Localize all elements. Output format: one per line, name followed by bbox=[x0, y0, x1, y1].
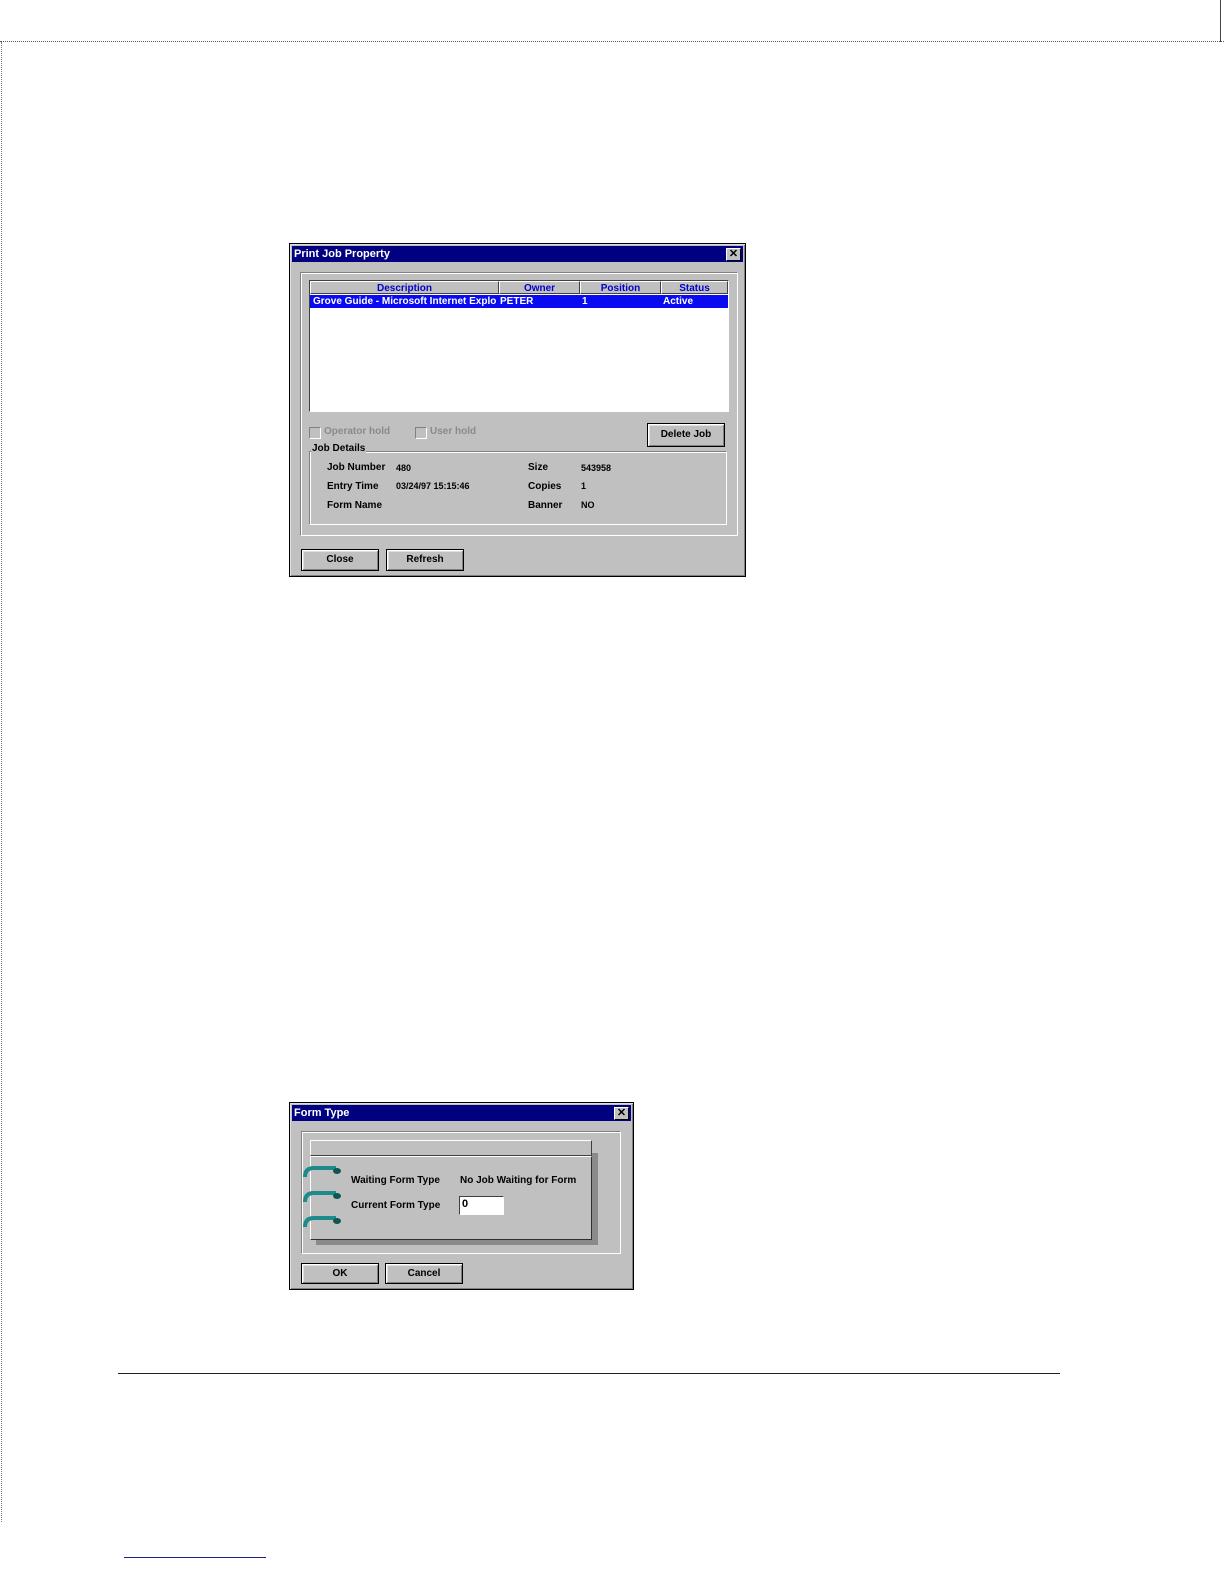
footer-underline bbox=[124, 1557, 266, 1558]
column-header-description[interactable]: Description bbox=[310, 281, 499, 294]
close-button[interactable]: Close bbox=[301, 549, 379, 571]
current-form-type-label: Current Form Type bbox=[351, 1200, 441, 1211]
binder-ring-icon bbox=[303, 1191, 341, 1203]
dialog-title: Print Job Property bbox=[294, 248, 390, 260]
dialog-title: Form Type bbox=[294, 1107, 350, 1119]
entry-time-value: 03/24/97 15:15:46 bbox=[396, 481, 470, 491]
form-type-dialog: Form Type ✕ Waiting Form Type No Job Wai… bbox=[289, 1102, 634, 1290]
ok-button[interactable]: OK bbox=[301, 1263, 379, 1284]
operator-hold-checkbox[interactable] bbox=[309, 427, 321, 439]
job-list[interactable]: Description Owner Position Status Grove … bbox=[309, 280, 729, 412]
cell-owner: PETER bbox=[500, 296, 534, 307]
banner-label: Banner bbox=[528, 500, 563, 511]
dialog-titlebar: Form Type ✕ bbox=[292, 1105, 631, 1121]
binder-ring-icon bbox=[303, 1166, 341, 1178]
waiting-form-type-label: Waiting Form Type bbox=[351, 1175, 440, 1186]
size-label: Size bbox=[528, 462, 549, 473]
cell-description: Grove Guide - Microsoft Internet Explo bbox=[313, 296, 497, 307]
binder-ring-icon bbox=[303, 1216, 341, 1228]
print-job-property-dialog: Print Job Property ✕ Description Owner P… bbox=[289, 243, 746, 577]
copies-value: 1 bbox=[581, 481, 587, 491]
column-header-position[interactable]: Position bbox=[580, 281, 661, 294]
job-number-value: 480 bbox=[396, 463, 412, 473]
table-row[interactable]: Grove Guide - Microsoft Internet Explo P… bbox=[310, 295, 728, 308]
close-icon[interactable]: ✕ bbox=[614, 1107, 629, 1120]
refresh-button[interactable]: Refresh bbox=[386, 549, 464, 571]
notebook-tab-strip bbox=[310, 1140, 592, 1156]
user-hold-checkbox[interactable] bbox=[415, 427, 427, 439]
page-left-border bbox=[1, 42, 2, 1522]
job-details-title: Job Details bbox=[311, 443, 367, 454]
cancel-button[interactable]: Cancel bbox=[385, 1263, 463, 1284]
operator-hold-label: Operator hold bbox=[324, 426, 391, 437]
page-divider bbox=[118, 1373, 1060, 1374]
page-right-edge bbox=[1220, 0, 1221, 42]
waiting-form-type-value: No Job Waiting for Form bbox=[460, 1175, 577, 1186]
current-form-type-input[interactable]: 0 bbox=[459, 1196, 504, 1215]
job-number-label: Job Number bbox=[327, 462, 386, 473]
column-header-status[interactable]: Status bbox=[661, 281, 728, 294]
form-name-label: Form Name bbox=[327, 500, 383, 511]
column-header-owner[interactable]: Owner bbox=[499, 281, 580, 294]
user-hold-label: User hold bbox=[430, 426, 477, 437]
entry-time-label: Entry Time bbox=[327, 481, 379, 492]
cell-position: 1 bbox=[582, 296, 588, 307]
delete-job-button[interactable]: Delete Job bbox=[647, 423, 725, 447]
banner-value: NO bbox=[581, 500, 595, 510]
size-value: 543958 bbox=[581, 463, 612, 473]
copies-label: Copies bbox=[528, 481, 562, 492]
cell-status: Active bbox=[663, 296, 694, 307]
dialog-titlebar: Print Job Property ✕ bbox=[292, 246, 743, 262]
notebook-page bbox=[310, 1156, 592, 1240]
close-icon[interactable]: ✕ bbox=[726, 248, 741, 261]
page-top-border bbox=[0, 41, 1224, 42]
